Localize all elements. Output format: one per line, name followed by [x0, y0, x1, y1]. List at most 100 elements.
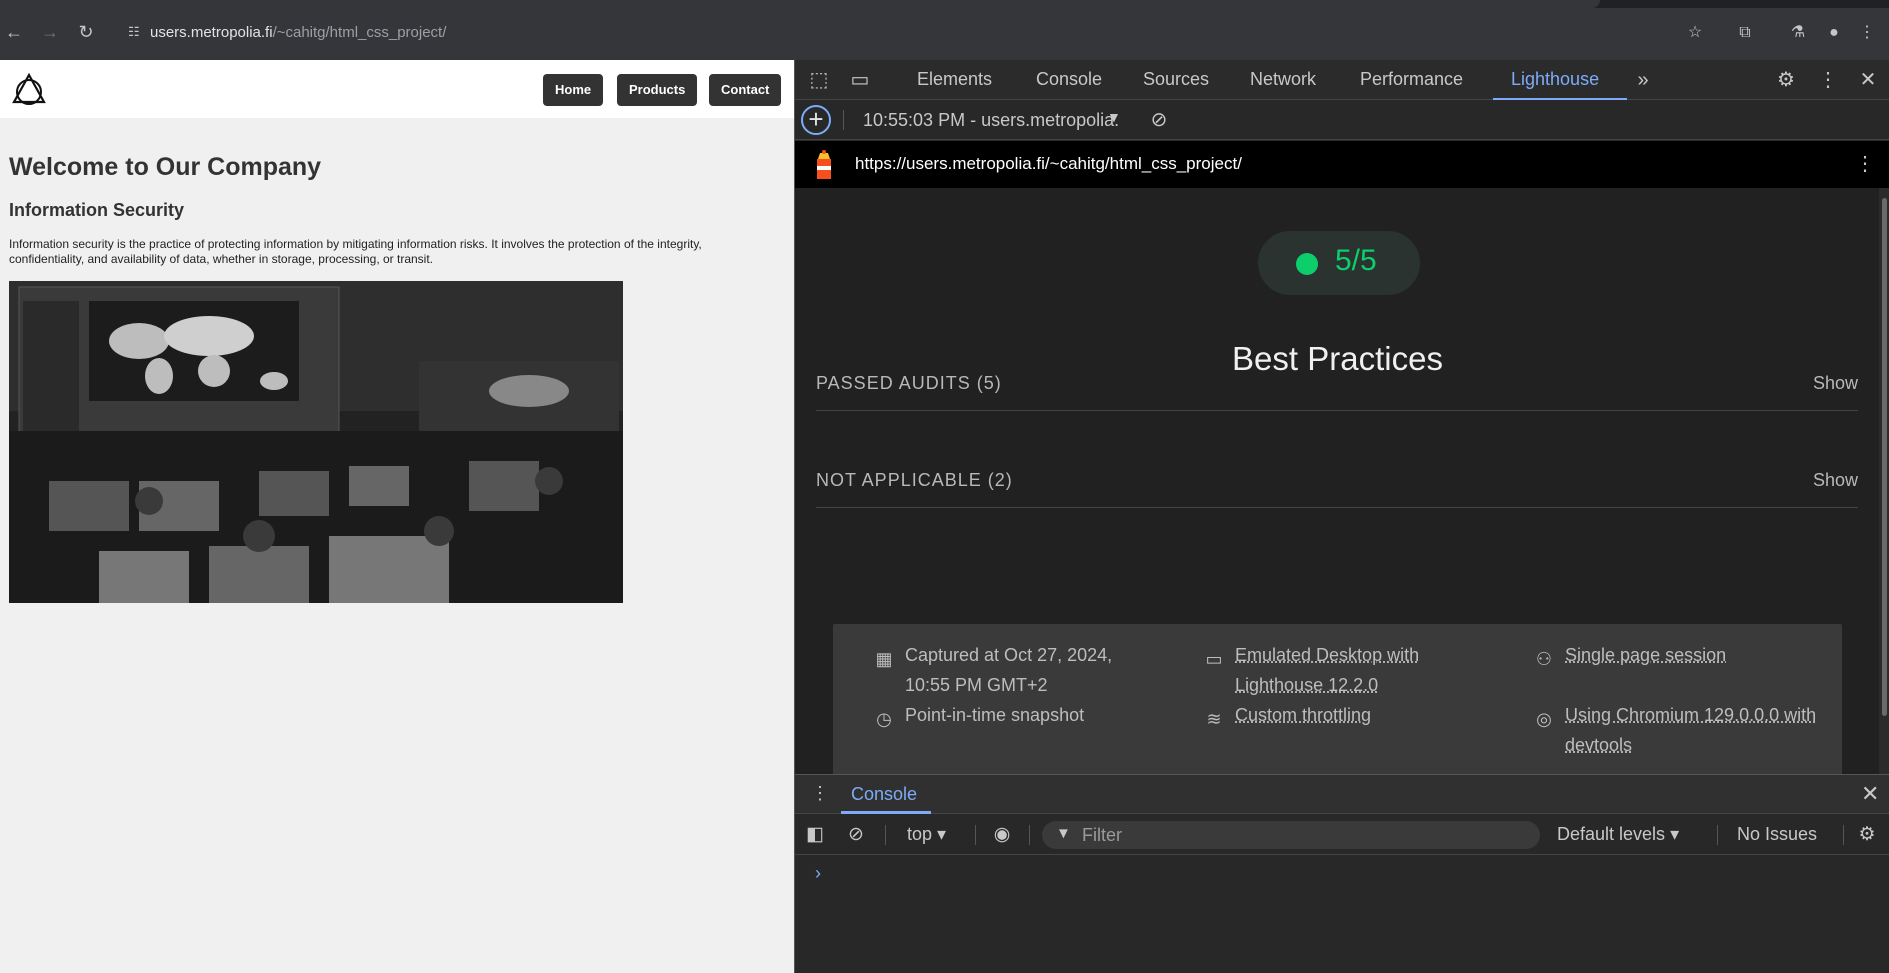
- console-drawer: ⋮ Console ✕ ◧ ⊘ top ▾ ◉ ▼ Filter Default…: [795, 774, 1889, 973]
- audit-group-passed[interactable]: PASSED AUDITS (5) Show: [816, 363, 1858, 411]
- stopwatch-icon: ◷: [876, 709, 892, 729]
- toolbar-divider: [975, 825, 976, 845]
- nav-home-link[interactable]: Home: [543, 74, 604, 106]
- scrollbar-thumb[interactable]: [1882, 198, 1887, 716]
- devtools-menu-icon[interactable]: ⋮: [1816, 68, 1840, 92]
- tab-performance[interactable]: Performance: [1360, 69, 1463, 90]
- tab-sources[interactable]: Sources: [1143, 69, 1209, 90]
- company-logo-icon: [12, 72, 46, 105]
- new-report-button[interactable]: +: [801, 105, 831, 135]
- toolbar-divider: [1717, 825, 1718, 845]
- filter-placeholder: Filter: [1082, 825, 1122, 845]
- console-settings-icon[interactable]: ⚙: [1855, 823, 1879, 847]
- section-heading: Information Security: [9, 200, 185, 220]
- active-tab-indicator: [841, 811, 931, 814]
- calendar-icon: ▦: [875, 649, 893, 669]
- devices-icon: ▭: [1205, 649, 1223, 669]
- close-devtools-icon[interactable]: ✕: [1856, 68, 1880, 92]
- page-session[interactable]: Single page session: [1565, 640, 1726, 670]
- browser-toolbar: ← → ↻ ☷ users.metropolia.fi/~cahitg/html…: [0, 0, 1889, 60]
- reload-icon[interactable]: ↻: [76, 22, 96, 42]
- captured-at-line1: Captured at Oct 27, 2024,: [905, 645, 1113, 665]
- toolbar-divider: [1843, 825, 1844, 845]
- tab-strip: [0, 0, 1889, 8]
- audit-group-label: NOT APPLICABLE (2): [816, 470, 1013, 490]
- score-value: 5/5: [1335, 244, 1377, 277]
- filter-icon: ▼: [1056, 825, 1071, 842]
- captured-at: Captured at Oct 27, 2024, 10:55 PM GMT+2: [905, 640, 1112, 700]
- wifi-icon: ≋: [1206, 709, 1222, 729]
- report-selector[interactable]: 10:55:03 PM - users.metropolia.fi: [863, 110, 1118, 131]
- emulated-line1: Emulated Desktop with: [1235, 645, 1420, 665]
- tab-console[interactable]: Console: [1036, 69, 1102, 90]
- page-title: Welcome to Our Company: [9, 153, 322, 181]
- console-toolbar: ◧ ⊘ top ▾ ◉ ▼ Filter Default levels ▾ No…: [795, 815, 1889, 855]
- chevron-down-icon[interactable]: ▼: [1107, 109, 1121, 125]
- toolbar-divider: [885, 825, 886, 845]
- site-header: Home Products Contact: [0, 60, 794, 118]
- chromium-line1: Using Chromium 129.0.0.0 with: [1565, 705, 1817, 725]
- score-gauge[interactable]: 5/5: [1258, 231, 1420, 295]
- filter-input[interactable]: ▼ Filter: [1042, 821, 1540, 849]
- address-url[interactable]: users.metropolia.fi/~cahitg/html_css_pro…: [150, 24, 446, 41]
- lighthouse-toolbar: + 10:55:03 PM - users.metropolia.fi ▼ ⊘: [795, 100, 1889, 140]
- tab-network[interactable]: Network: [1250, 69, 1316, 90]
- devtools-tabbar: ⬚ ▭ Elements Console Sources Network Per…: [795, 60, 1889, 100]
- runtime-settings: ▦ Captured at Oct 27, 2024, 10:55 PM GMT…: [833, 624, 1842, 774]
- toolbar-divider: [1029, 825, 1030, 845]
- clear-console-icon[interactable]: ⊘: [844, 823, 868, 847]
- drawer-tab-console[interactable]: Console: [851, 784, 917, 805]
- console-prompt-icon[interactable]: ›: [815, 863, 821, 884]
- device-toolbar-icon[interactable]: ▭: [848, 68, 872, 92]
- snapshot-mode: Point-in-time snapshot: [905, 705, 1085, 725]
- report-url-bar: https://users.metropolia.fi/~cahitg/html…: [795, 141, 1889, 188]
- address-bar[interactable]: ☷ users.metropolia.fi/~cahitg/html_css_p…: [118, 18, 1698, 48]
- report-scrollbar[interactable]: [1879, 188, 1889, 774]
- web-page: Home Products Contact Welcome to Our Com…: [0, 60, 794, 973]
- star-icon[interactable]: ☆: [1684, 22, 1706, 44]
- captured-at-line2: 10:55 PM GMT+2: [905, 675, 1048, 695]
- extensions-icon[interactable]: ⧉: [1734, 22, 1756, 44]
- forward-icon[interactable]: →: [40, 22, 60, 42]
- back-icon[interactable]: ←: [4, 22, 24, 42]
- menu-icon[interactable]: ⋮: [1856, 22, 1878, 44]
- report-url[interactable]: https://users.metropolia.fi/~cahitg/html…: [855, 154, 1242, 174]
- profile-icon[interactable]: ●: [1823, 22, 1845, 44]
- settings-icon[interactable]: ⚙: [1774, 68, 1798, 92]
- chromium-icon: ◎: [1536, 709, 1552, 729]
- security-operations-image: [9, 281, 623, 603]
- toolbar-divider: [843, 110, 844, 130]
- report-menu-icon[interactable]: ⋮: [1855, 151, 1875, 176]
- tab-lighthouse[interactable]: Lighthouse: [1511, 69, 1599, 90]
- emulated-line2: Lighthouse 12.2.0: [1235, 675, 1379, 695]
- site-settings-icon[interactable]: ☷: [128, 24, 144, 40]
- session-icon: ⚇: [1535, 649, 1553, 669]
- browser-version[interactable]: Using Chromium 129.0.0.0 with devtools: [1565, 700, 1816, 760]
- emulated-device[interactable]: Emulated Desktop with Lighthouse 12.2.0: [1235, 640, 1419, 700]
- pass-indicator-icon: [1296, 253, 1318, 275]
- close-drawer-icon[interactable]: ✕: [1861, 781, 1879, 807]
- labs-icon[interactable]: ⚗: [1787, 22, 1809, 44]
- sidebar-toggle-icon[interactable]: ◧: [803, 823, 827, 847]
- context-selector[interactable]: top ▾: [907, 824, 946, 845]
- drawer-menu-icon[interactable]: ⋮: [811, 783, 829, 804]
- throttling[interactable]: Custom throttling: [1235, 700, 1371, 730]
- issues-counter[interactable]: No Issues: [1737, 824, 1817, 845]
- show-button[interactable]: Show: [1813, 470, 1858, 491]
- inspect-element-icon[interactable]: ⬚: [807, 68, 831, 92]
- audit-group-not-applicable[interactable]: NOT APPLICABLE (2) Show: [816, 460, 1858, 508]
- clear-reports-icon[interactable]: ⊘: [1147, 108, 1171, 132]
- context-label: top: [907, 824, 933, 844]
- drawer-tabbar: ⋮ Console ✕: [795, 775, 1889, 814]
- more-tabs-icon[interactable]: »: [1631, 68, 1655, 92]
- lighthouse-logo-icon: [817, 150, 831, 179]
- log-levels-dropdown[interactable]: Default levels ▾: [1557, 824, 1679, 845]
- log-levels-label: Default levels: [1557, 824, 1666, 844]
- show-button[interactable]: Show: [1813, 373, 1858, 394]
- tab-elements[interactable]: Elements: [917, 69, 992, 90]
- nav-contact-link[interactable]: Contact: [709, 74, 782, 106]
- lighthouse-report: 5/5 Best Practices PASSED AUDITS (5) Sho…: [795, 188, 1880, 774]
- nav-products-link[interactable]: Products: [617, 74, 698, 106]
- audit-group-label: PASSED AUDITS (5): [816, 373, 1002, 393]
- eye-icon[interactable]: ◉: [990, 823, 1014, 847]
